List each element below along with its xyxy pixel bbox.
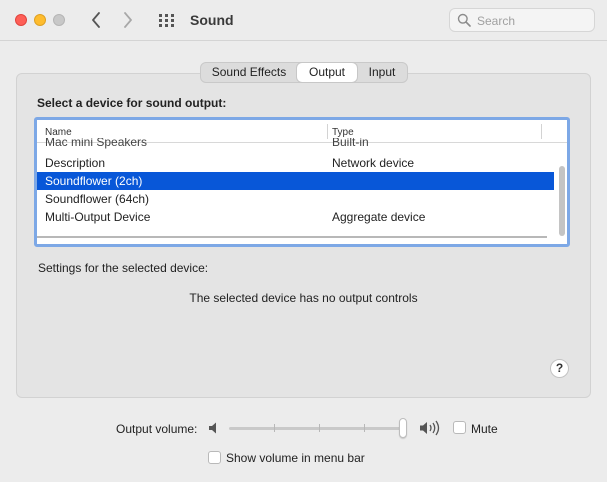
speaker-high-icon <box>420 420 440 436</box>
mute-label[interactable]: Mute <box>471 422 498 436</box>
device-table[interactable]: Name Type Mac mini Speakers Built-in Des… <box>34 117 570 247</box>
volume-tick <box>364 424 365 432</box>
table-row[interactable]: Description Network device <box>37 154 554 172</box>
device-name: Multi-Output Device <box>45 210 151 224</box>
help-button[interactable]: ? <box>550 359 569 378</box>
tab-output[interactable]: Output <box>297 63 357 82</box>
volume-slider-thumb[interactable] <box>399 418 407 438</box>
horizontal-scrollbar[interactable] <box>37 236 547 238</box>
device-section-label: Select a device for sound output: <box>37 96 227 110</box>
tab-sound-effects[interactable]: Sound Effects <box>201 63 297 82</box>
show-all-button[interactable] <box>158 12 176 28</box>
device-type: Aggregate device <box>332 210 426 224</box>
device-type: Built-in <box>332 138 369 149</box>
window-title: Sound <box>190 12 234 28</box>
device-name: Soundflower (2ch) <box>45 174 143 188</box>
settings-label: Settings for the selected device: <box>38 261 209 275</box>
search-field[interactable]: Search <box>449 8 595 32</box>
device-type: Network device <box>332 156 415 170</box>
column-header-name[interactable]: Name <box>45 127 72 138</box>
no-controls-message: The selected device has no output contro… <box>189 291 418 305</box>
chevron-right-icon <box>124 12 132 28</box>
back-button[interactable] <box>85 10 107 30</box>
column-header-type[interactable]: Type <box>332 127 354 138</box>
chevron-left-icon <box>92 12 100 28</box>
forward-button[interactable] <box>117 10 139 30</box>
device-name: Description <box>45 156 106 170</box>
search-placeholder: Search <box>477 14 516 28</box>
vertical-scrollbar[interactable] <box>559 166 565 236</box>
title-bar: Sound Search <box>0 0 607 41</box>
volume-tick <box>319 424 320 432</box>
table-row[interactable]: Soundflower (64ch) <box>37 190 554 208</box>
table-row[interactable]: Multi-Output Device Aggregate device <box>37 208 554 226</box>
volume-tick <box>274 424 275 432</box>
zoom-window-button[interactable] <box>53 14 65 26</box>
show-volume-in-menubar-label[interactable]: Show volume in menu bar <box>226 451 365 465</box>
table-row-selected[interactable]: Soundflower (2ch) <box>37 172 554 190</box>
minimize-window-button[interactable] <box>34 14 46 26</box>
tab-bar: Sound Effects Output Input <box>200 62 408 83</box>
close-window-button[interactable] <box>15 14 27 26</box>
table-row-partial[interactable]: Mac mini Speakers Built-in <box>37 138 554 152</box>
speaker-low-icon <box>209 422 216 434</box>
tab-input[interactable]: Input <box>357 63 407 82</box>
grid-icon <box>159 14 174 27</box>
search-icon <box>457 13 471 27</box>
mute-checkbox[interactable] <box>453 421 466 434</box>
device-name: Mac mini Speakers <box>45 138 148 149</box>
column-divider <box>327 124 328 139</box>
output-volume-label: Output volume: <box>116 422 198 436</box>
column-divider <box>541 124 542 139</box>
volume-slider-track[interactable] <box>229 427 405 430</box>
show-volume-in-menubar-checkbox[interactable] <box>208 451 221 464</box>
device-name: Soundflower (64ch) <box>45 192 150 206</box>
